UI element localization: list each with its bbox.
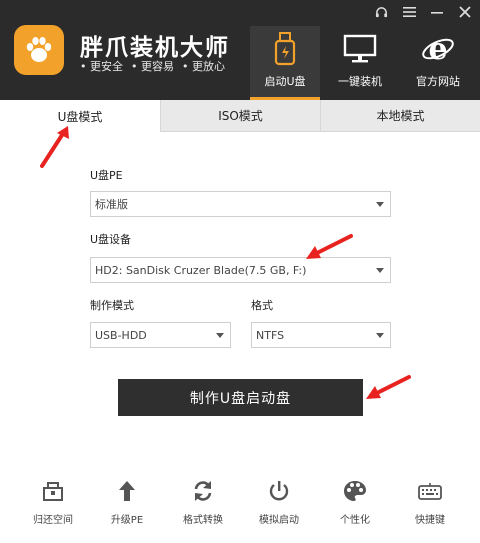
annotation-arrow-icon	[366, 375, 411, 399]
headset-icon[interactable]	[374, 4, 388, 20]
app-header: 胖爪装机大师 更安全 更容易 更放心 启动U盘	[0, 0, 480, 100]
palette-icon	[325, 478, 385, 504]
annotation-arrow-icon	[40, 126, 69, 168]
tool-label: 格式转换	[183, 515, 223, 526]
paw-logo-icon	[14, 25, 64, 75]
nav-one-click-install[interactable]: 一键装机	[325, 26, 395, 100]
slogan: 更放心	[182, 58, 225, 74]
tool-label: 模拟启动	[259, 515, 299, 526]
close-icon[interactable]	[458, 4, 472, 20]
chevron-down-icon	[376, 202, 384, 207]
annotation-arrow-icon	[306, 234, 353, 259]
device-value: HD2: SanDisk Cruzer Blade(7.5 GB, F:)	[95, 263, 307, 277]
tab-usb-mode[interactable]: U盘模式	[0, 100, 160, 132]
tab-local-mode[interactable]: 本地模式	[320, 100, 480, 132]
pe-value: 标准版	[95, 198, 128, 211]
format-value: NTFS	[256, 328, 285, 342]
nav-boot-usb[interactable]: 启动U盘	[250, 26, 320, 100]
menu-icon[interactable]	[402, 4, 416, 20]
slogan: 更容易	[131, 58, 174, 74]
slogan: 更安全	[80, 58, 123, 74]
app-title: 胖爪装机大师	[80, 35, 230, 61]
svg-text:e: e	[428, 32, 447, 66]
tool-format-convert[interactable]: 格式转换	[173, 478, 233, 526]
tool-label: 个性化	[340, 515, 370, 526]
upgrade-arrow-icon	[97, 478, 157, 504]
keyboard-icon	[400, 478, 460, 504]
mode-label: 制作模式	[90, 299, 134, 312]
restore-space-icon	[23, 478, 83, 504]
tool-restore-space[interactable]: 归还空间	[23, 478, 83, 526]
pe-label: U盘PE	[90, 169, 123, 182]
tool-label: 归还空间	[33, 515, 73, 526]
tool-label: 升级PE	[110, 515, 144, 526]
minimize-icon[interactable]	[430, 4, 444, 20]
nav-official-site[interactable]: e 官方网站	[403, 26, 473, 100]
tool-shortcut-keys[interactable]: 快捷键	[400, 478, 460, 526]
tool-label: 快捷键	[415, 515, 445, 526]
nav-label: 官方网站	[416, 75, 460, 88]
window-controls	[374, 4, 472, 20]
device-label: U盘设备	[90, 233, 132, 246]
format-label: 格式	[251, 299, 273, 312]
chevron-down-icon	[376, 268, 384, 273]
tool-personalize[interactable]: 个性化	[325, 478, 385, 526]
chevron-down-icon	[376, 333, 384, 338]
tool-simulate-boot[interactable]: 模拟启动	[249, 478, 309, 526]
tool-upgrade-pe[interactable]: 升级PE	[97, 478, 157, 526]
nav-label: 一键装机	[338, 75, 382, 88]
make-boot-usb-button[interactable]: 制作U盘启动盘	[118, 379, 363, 416]
mode-select[interactable]: USB-HDD	[90, 322, 231, 348]
tab-iso-mode[interactable]: ISO模式	[160, 100, 320, 132]
mode-value: USB-HDD	[95, 328, 147, 342]
usb-drive-icon	[250, 30, 320, 68]
power-icon	[249, 478, 309, 504]
chevron-down-icon	[216, 333, 224, 338]
convert-icon	[173, 478, 233, 504]
monitor-icon	[325, 30, 395, 68]
ie-browser-icon: e	[403, 30, 473, 68]
pe-select[interactable]: 标准版	[90, 191, 391, 217]
format-select[interactable]: NTFS	[251, 322, 391, 348]
slogan-row: 更安全 更容易 更放心	[80, 58, 225, 74]
nav-label: 启动U盘	[264, 75, 306, 88]
